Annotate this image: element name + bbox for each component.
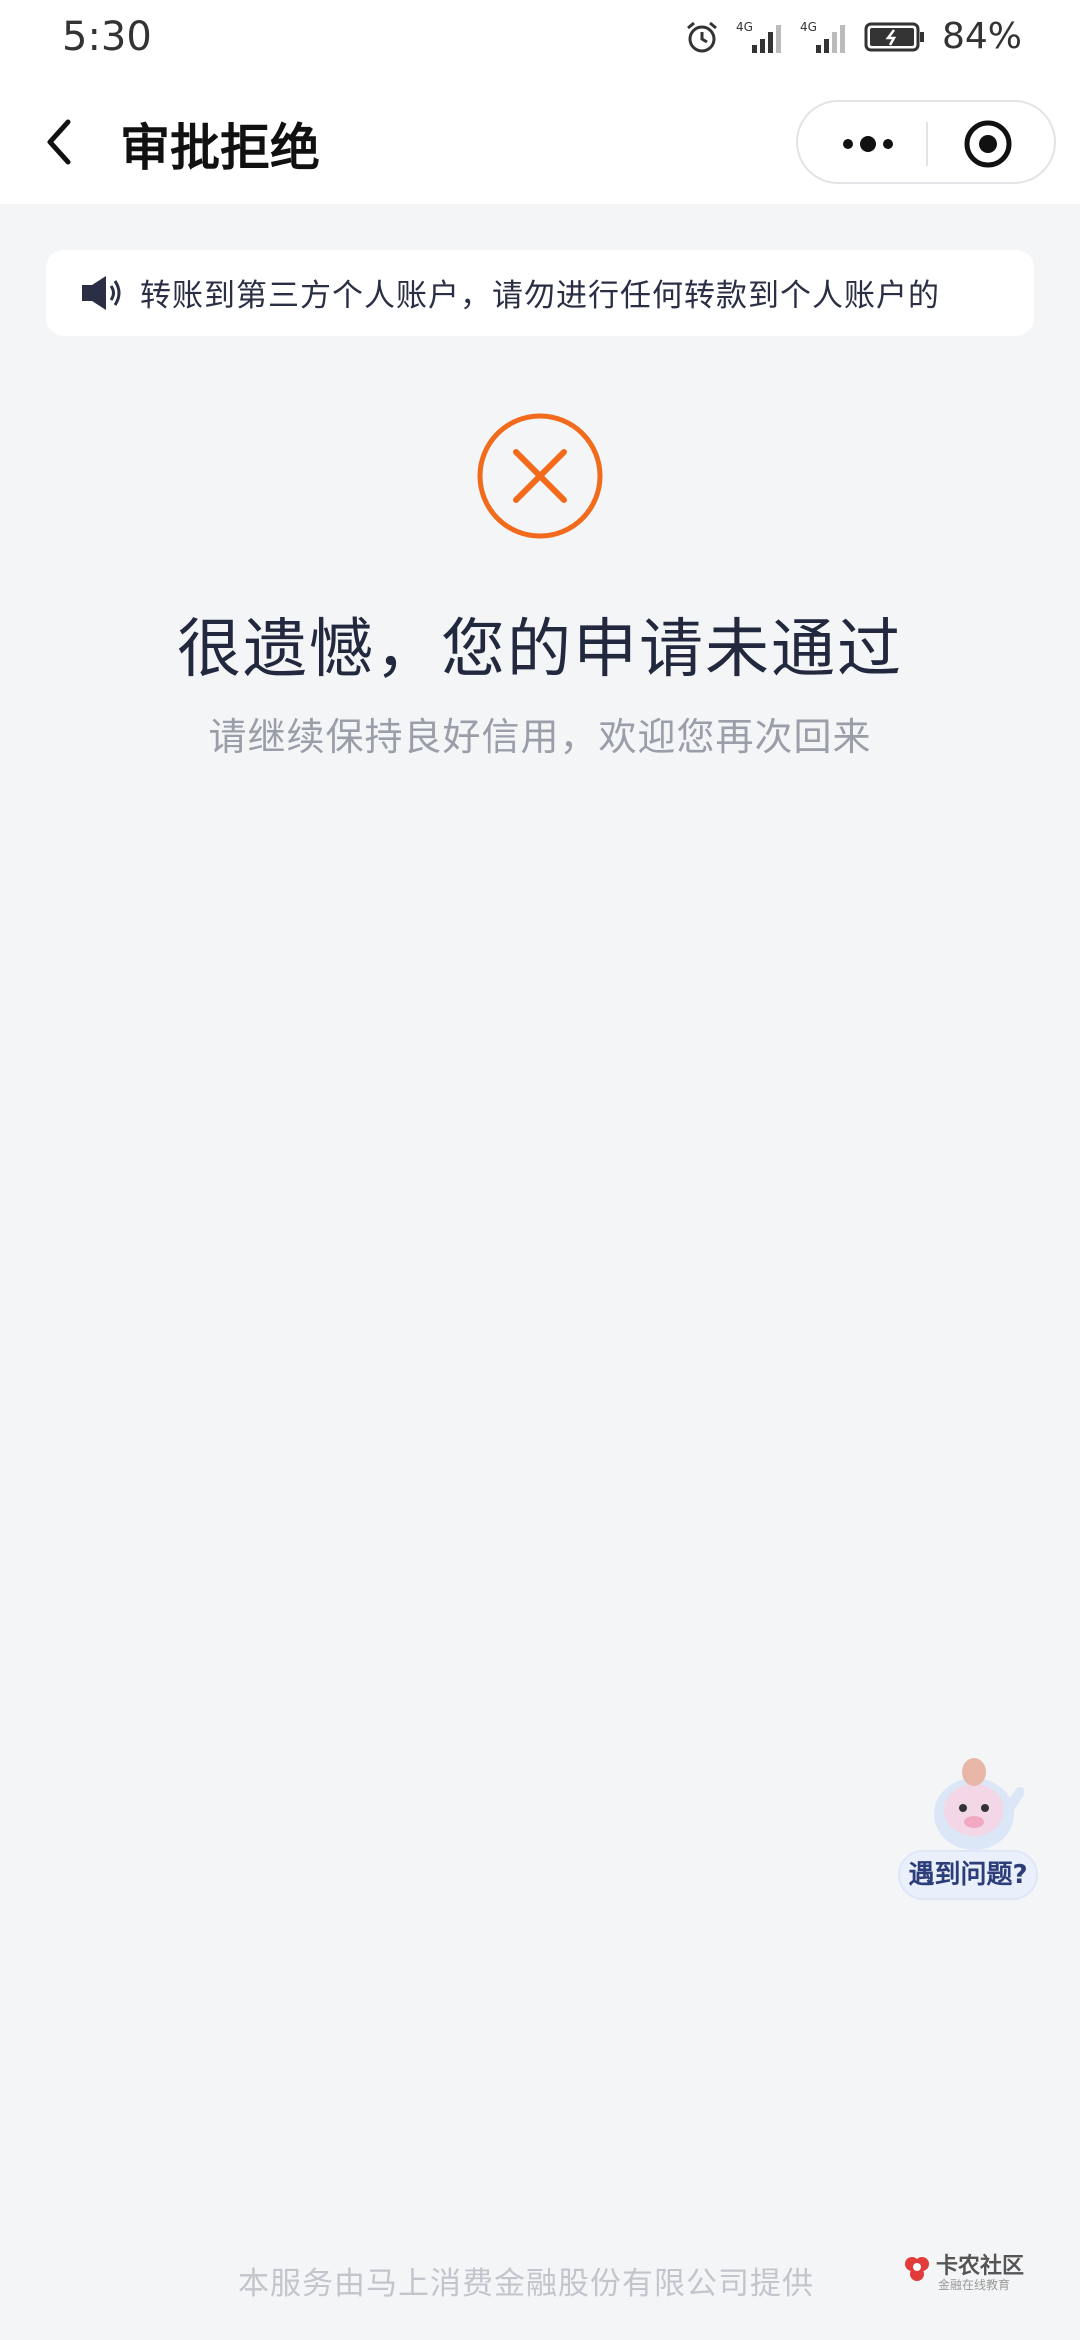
more-dots-icon [843,136,893,152]
watermark: 卡农社区 金融在线教育 [900,2248,1030,2294]
error-x-icon [477,413,603,539]
footer-provider-text: 本服务由马上消费金融股份有限公司提供 [238,2266,814,2302]
notice-bar[interactable]: 转账到第三方个人账户，请勿进行任何转款到个人账户的 [46,250,1034,336]
notice-text: 转账到第三方个人账户，请勿进行任何转款到个人账户的 [140,278,940,314]
mascot-icon [934,1758,1024,1850]
close-circle-icon [964,120,1012,168]
signal1-label: 4G [736,20,753,34]
signal-icon: 4G [800,20,845,53]
back-button[interactable] [34,112,90,172]
status-icons: 4G 4G 84% [684,16,1022,57]
signal-icon: 4G [736,20,781,53]
back-arrow-icon [47,119,71,165]
result-subtitle: 请继续保持良好信用，欢迎您再次回来 [208,715,872,759]
status-time: 5:30 [62,14,152,60]
status-bar: 5:30 4G 4G 84% [0,0,1080,78]
help-float-button[interactable]: 遇到问题? [898,1752,1038,1902]
alarm-icon [687,21,717,52]
help-label: 遇到问题? [898,1850,1038,1900]
page-title: 审批拒绝 [120,119,320,177]
battery-percent: 84% [941,16,1022,57]
result-title: 很遗憾，您的申请未通过 [177,613,903,687]
signal2-label: 4G [800,20,817,34]
close-miniapp-button[interactable] [958,116,1018,172]
battery-icon [864,22,924,51]
speaker-icon [82,276,121,310]
nav-bar: 审批拒绝 [0,78,1080,204]
watermark-logo-icon [905,2257,929,2281]
watermark-subtitle: 金融在线教育 [938,2278,1011,2292]
miniapp-capsule [796,100,1056,184]
capsule-divider [926,122,928,166]
more-button[interactable] [828,120,908,168]
